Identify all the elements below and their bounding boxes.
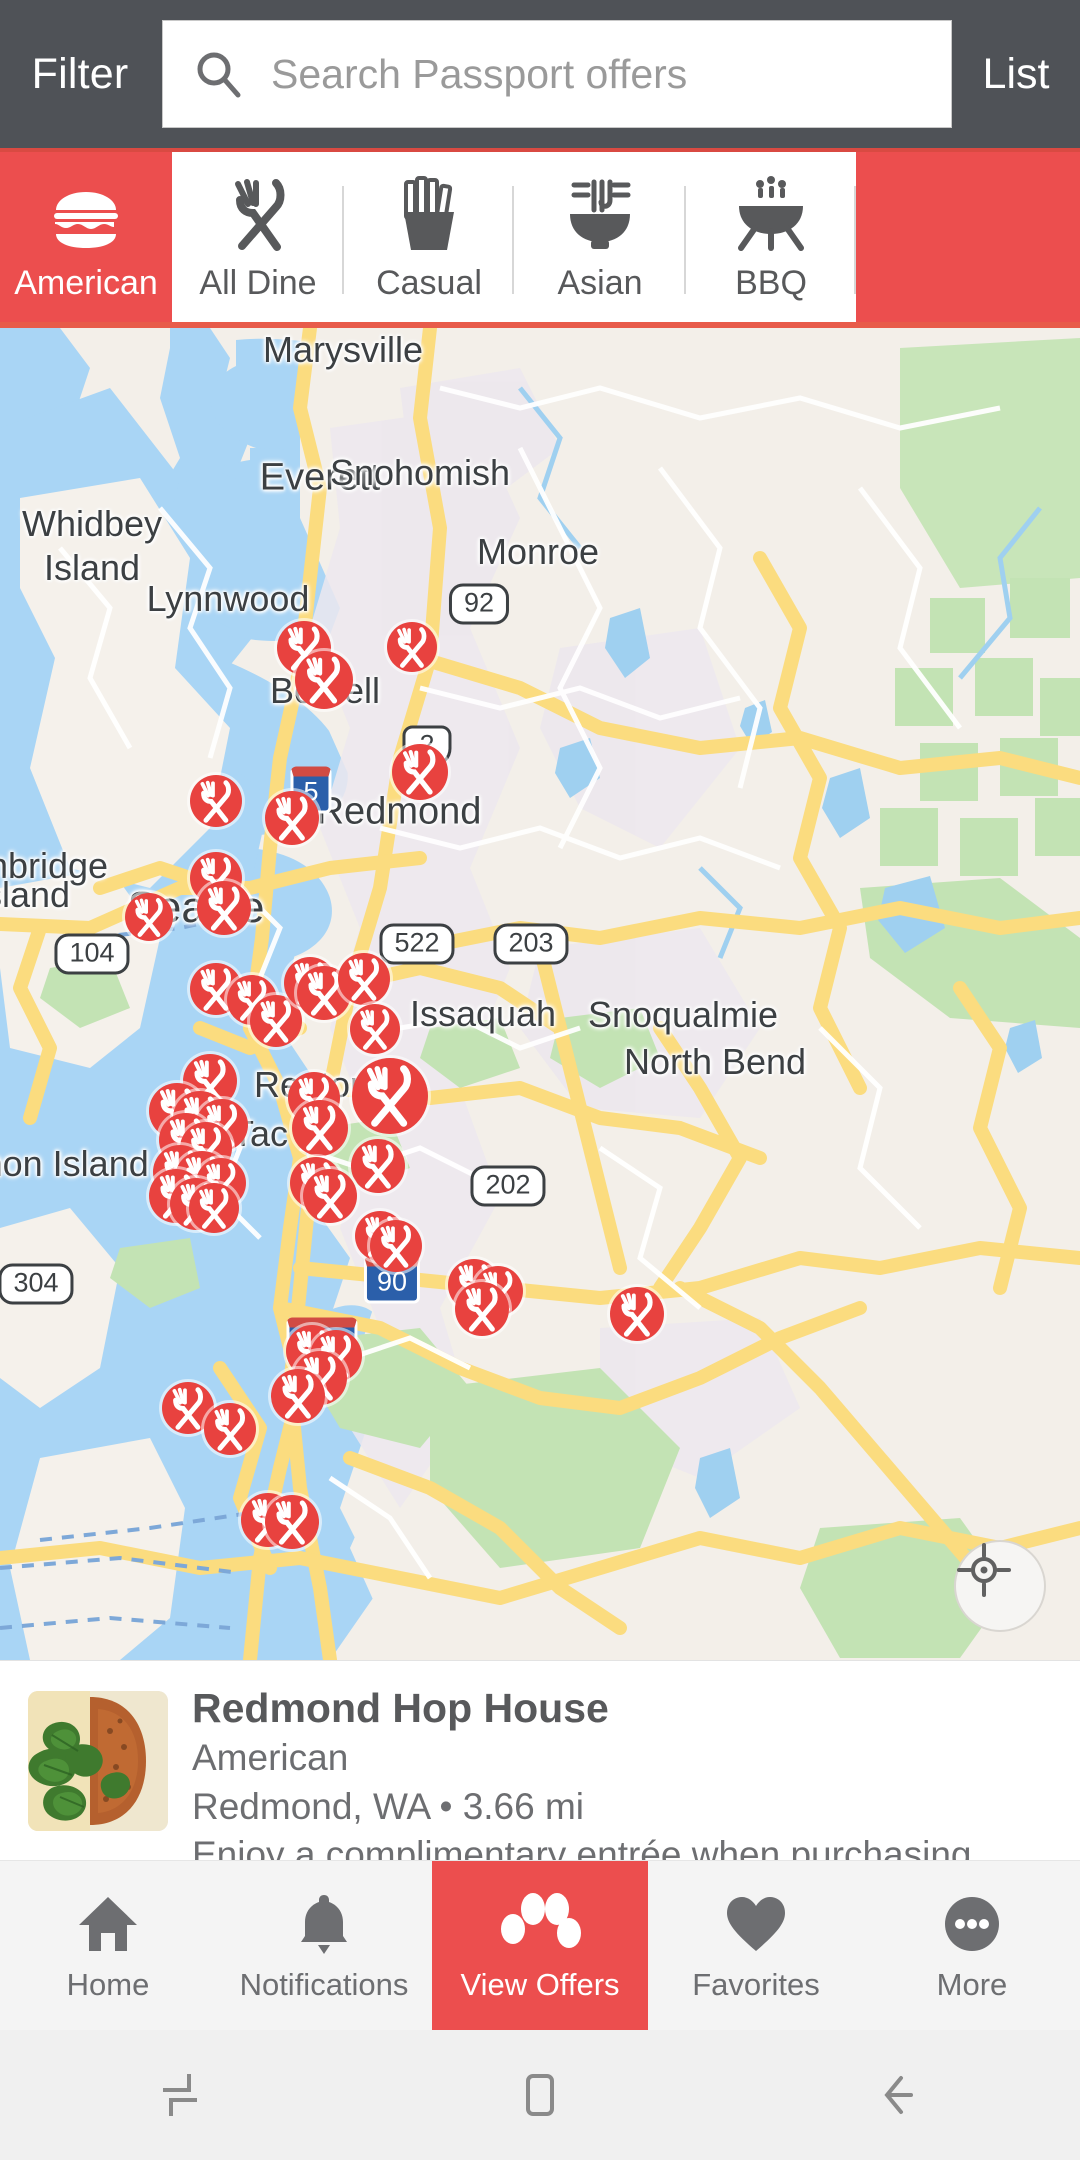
search-input[interactable] <box>271 50 871 98</box>
home-icon <box>77 1889 139 1959</box>
map-pin-restaurant[interactable] <box>350 1004 400 1054</box>
grill-icon <box>733 175 809 252</box>
map-place-label: Monroe <box>476 531 600 572</box>
nav-item-notifications[interactable]: Notifications <box>216 1861 432 2030</box>
search-box[interactable] <box>162 20 952 128</box>
map-pin-restaurant[interactable] <box>295 651 353 709</box>
category-tab-label: All Dine <box>199 263 317 302</box>
route-shield-92: 92 <box>448 583 510 625</box>
map-pin-restaurant[interactable] <box>189 1183 239 1233</box>
map-pin-restaurant[interactable] <box>292 1100 348 1156</box>
map-pin-restaurant[interactable] <box>197 881 251 935</box>
map-pin-restaurant[interactable] <box>351 1139 405 1193</box>
map-place-label: Snoqualmie <box>587 994 779 1035</box>
category-tab-asian[interactable]: Asian <box>514 152 686 328</box>
map-place-label: Island <box>0 874 71 915</box>
map-place-label: Issaquah <box>409 993 557 1034</box>
nav-item-home[interactable]: Home <box>0 1861 216 2030</box>
map-pin-restaurant[interactable] <box>352 1058 428 1134</box>
map-pin-restaurant[interactable] <box>392 744 448 800</box>
map-pin-restaurant[interactable] <box>271 1369 325 1423</box>
route-shield-203: 203 <box>493 923 569 965</box>
filter-button[interactable]: Filter <box>0 50 160 99</box>
category-tab-label: American <box>14 263 158 302</box>
heart-icon <box>725 1889 787 1959</box>
nav-item-more[interactable]: More <box>864 1861 1080 2030</box>
tab-divider <box>854 186 856 294</box>
map-place-label: Island <box>43 547 141 588</box>
map-place-label: North Bend <box>623 1041 807 1082</box>
app-root: Filter List American <box>0 0 1080 2160</box>
system-navigation-bar <box>0 2030 1080 2160</box>
category-tab-all-dine[interactable]: All Dine <box>172 152 344 328</box>
back-arrow-icon[interactable] <box>720 2066 1080 2124</box>
offer-title: Redmond Hop House <box>192 1685 609 1731</box>
food-thumbnail <box>28 1691 168 1831</box>
nav-label: Home <box>66 1966 150 2002</box>
fork-knife-icon <box>222 178 294 252</box>
nav-label: View Offers <box>460 1966 620 2002</box>
map-place-label: Vashon Island <box>0 1143 149 1184</box>
map-pin-restaurant[interactable] <box>190 775 242 827</box>
offer-location-distance: Redmond, WA • 3.66 mi <box>192 1785 585 1827</box>
nav-item-favorites[interactable]: Favorites <box>648 1861 864 2030</box>
nav-label: Favorites <box>692 1966 820 2002</box>
map-pin-restaurant[interactable] <box>387 622 437 672</box>
route-shield-202: 202 <box>470 1165 546 1207</box>
fries-icon <box>394 175 464 252</box>
route-shield-104: 104 <box>54 933 130 975</box>
map-canvas[interactable]: Marysville Whidbey Island Everett Snohomish M… <box>0 328 1080 1660</box>
map-pin-restaurant[interactable] <box>303 1169 357 1223</box>
category-tab-casual[interactable]: Casual <box>344 152 514 328</box>
map-pin-restaurant[interactable] <box>204 1403 256 1455</box>
category-tab-label: BBQ <box>735 263 807 302</box>
map-place-label: Snohomish <box>329 452 511 493</box>
map-pin-restaurant[interactable] <box>455 1282 509 1336</box>
map-pin-restaurant[interactable] <box>338 953 390 1005</box>
category-tab-bbq[interactable]: BBQ <box>686 152 856 328</box>
nav-label: More <box>936 1966 1008 2002</box>
map-pin-restaurant[interactable] <box>610 1287 664 1341</box>
category-tab-label: Asian <box>557 263 643 302</box>
bell-icon <box>296 1889 352 1959</box>
category-tab-bar: American All Dine Casual Asian BBQ <box>0 152 1080 328</box>
list-toggle-button[interactable]: List <box>952 50 1080 99</box>
home-square-icon[interactable] <box>360 2066 720 2124</box>
route-shield-304: 304 <box>0 1263 74 1305</box>
map-place-label: Marysville <box>262 329 424 370</box>
nav-label: Notifications <box>239 1966 409 2002</box>
map-pin-restaurant[interactable] <box>265 1495 319 1549</box>
route-shield-522: 522 <box>379 923 455 965</box>
nav-item-view-offers[interactable]: View Offers <box>432 1861 648 2030</box>
noodle-bowl-icon <box>562 178 638 252</box>
top-bar: Filter List <box>0 0 1080 148</box>
category-tab-label: Casual <box>376 263 482 302</box>
ellipsis-icon <box>941 1889 1003 1959</box>
map-pin-restaurant[interactable] <box>265 791 319 845</box>
paw-print-icon <box>495 1889 585 1959</box>
offer-cuisine: American <box>192 1737 349 1779</box>
burger-icon <box>48 178 124 252</box>
recents-icon[interactable] <box>0 2066 360 2124</box>
my-location-button[interactable] <box>954 1540 1046 1632</box>
offer-card[interactable]: Redmond Hop House American Redmond, WA •… <box>0 1660 1080 1919</box>
map-pin-restaurant[interactable] <box>125 893 173 941</box>
bottom-nav-bar: Home Notifications View Offers Favorites… <box>0 1860 1080 2030</box>
map-pin-restaurant[interactable] <box>370 1220 422 1272</box>
category-tab-american[interactable]: American <box>0 152 172 328</box>
map-place-label: Lynnwood <box>146 578 310 619</box>
search-icon <box>193 48 245 100</box>
map-place-label: Whidbey <box>21 503 163 544</box>
